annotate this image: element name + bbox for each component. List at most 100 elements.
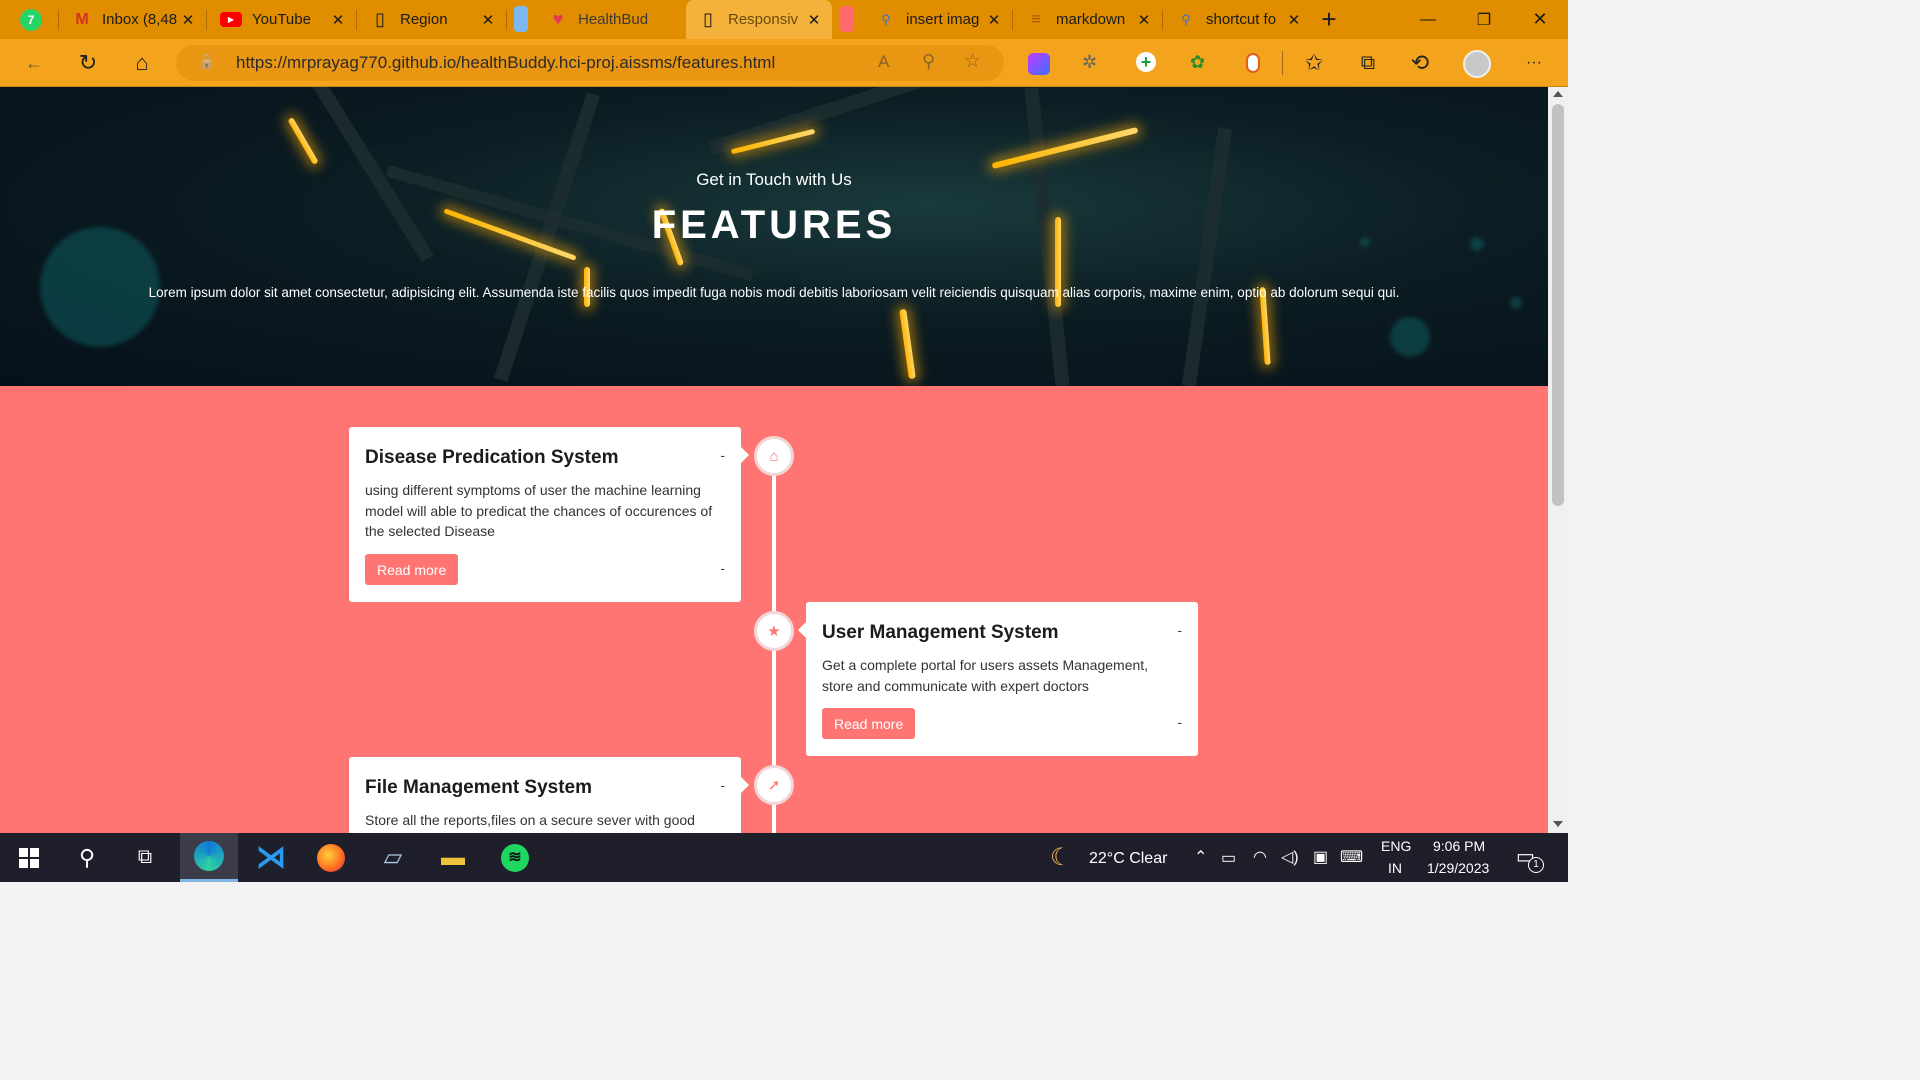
vscode-icon[interactable]: ⋊ — [242, 833, 300, 882]
wifi-icon[interactable]: ◠ — [1253, 847, 1267, 867]
tray-overflow-icon[interactable]: ⌃ — [1194, 847, 1207, 867]
zoom-icon[interactable]: ⚲ — [922, 51, 935, 72]
hero-banner: Get in Touch with Us FEATURES Lorem ipsu… — [0, 87, 1548, 386]
feature-card-disease-prediction: Disease Predication System - using diffe… — [349, 427, 749, 602]
scroll-up-arrow-icon[interactable] — [1553, 91, 1563, 97]
clock-date[interactable]: 1/29/2023 — [1427, 860, 1489, 876]
tab-label: shortcut fo — [1206, 11, 1277, 28]
feature-title: Disease Predication System — [365, 447, 619, 468]
read-more-button[interactable]: Read more — [822, 708, 916, 739]
home-icon: ⌂ — [754, 436, 794, 476]
more-menu-icon[interactable]: ··· — [1518, 47, 1550, 79]
add-favorite-icon[interactable]: ☆ — [964, 50, 981, 73]
feature-description: Get a complete portal for users assets M… — [822, 657, 1149, 694]
tab-label: Region — [400, 11, 448, 28]
feature-description: using different symptoms of user the mac… — [365, 482, 713, 539]
health-heart-icon: ♥ — [552, 9, 564, 29]
extension-add-icon[interactable]: + — [1136, 52, 1156, 72]
new-tab-button[interactable]: + — [1306, 0, 1352, 39]
tab-youtube[interactable]: ▶ YouTube ✕ — [208, 0, 356, 39]
page-viewport: Get in Touch with Us FEATURES Lorem ipsu… — [0, 87, 1548, 833]
read-aloud-icon[interactable]: A — [878, 52, 889, 72]
lock-icon[interactable]: 🔒 — [198, 53, 215, 70]
collapse-toggle[interactable]: - — [720, 447, 725, 463]
close-tab-icon[interactable]: ✕ — [1136, 12, 1152, 29]
browser-toolbar: ← ↻ ⌂ 🔒 https://mrprayag770.github.io/he… — [0, 39, 1568, 87]
tab-region[interactable]: ▯ Region ✕ — [358, 0, 506, 39]
weather-text[interactable]: 22°C Clear — [1089, 850, 1167, 868]
tab-insert-image[interactable]: ⚲ insert imag ✕ — [864, 0, 1012, 39]
spotify-icon[interactable]: ≋ — [486, 833, 544, 882]
input-language[interactable]: ENG — [1381, 838, 1411, 854]
edge-browser-icon[interactable] — [180, 833, 238, 882]
input-region[interactable]: IN — [1388, 860, 1402, 876]
notes-app-icon[interactable]: ▱ — [364, 833, 422, 882]
restore-button[interactable]: ❐ — [1456, 0, 1512, 39]
feature-title: File Management System — [365, 777, 593, 798]
close-tab-icon[interactable]: ✕ — [180, 12, 196, 29]
keyboard-icon[interactable]: ⌨ — [1340, 847, 1363, 867]
tab-shortcut[interactable]: ⚲ shortcut fo ✕ — [1164, 0, 1312, 39]
tab-label: markdown — [1056, 11, 1126, 28]
back-button[interactable]: ← — [18, 47, 50, 79]
scrollbar-thumb[interactable] — [1552, 104, 1564, 506]
tab-markdown[interactable]: ≡ markdown ✕ — [1014, 0, 1162, 39]
read-more-button[interactable]: Read more — [365, 554, 459, 585]
favorites-icon[interactable]: ✩ — [1298, 47, 1330, 79]
battery-icon[interactable]: ▭ — [1221, 848, 1236, 868]
extension-icon[interactable] — [1028, 53, 1050, 75]
close-tab-icon[interactable]: ✕ — [986, 12, 1002, 29]
page-icon: ▯ — [375, 9, 385, 29]
feature-description: Store all the reports,files on a secure … — [365, 812, 695, 828]
close-tab-icon[interactable]: ✕ — [806, 12, 822, 29]
close-tab-icon[interactable]: ✕ — [330, 12, 346, 29]
gmail-icon: M — [75, 10, 89, 28]
task-view-icon[interactable]: ⧉ — [116, 833, 174, 882]
volume-icon[interactable]: ◁) — [1281, 847, 1299, 867]
scroll-down-arrow-icon[interactable] — [1553, 821, 1563, 827]
feature-title: User Management System — [822, 622, 1059, 643]
tab-healthbuddy[interactable]: ♥ HealthBud — [536, 0, 684, 39]
collapse-toggle[interactable]: - — [1177, 622, 1182, 638]
clock-time[interactable]: 9:06 PM — [1433, 838, 1485, 854]
history-icon[interactable]: ⟲ — [1404, 47, 1436, 79]
tab-group-indicator[interactable] — [840, 6, 854, 32]
search-icon[interactable]: ⚲ — [58, 833, 116, 882]
tab-label: Inbox (8,48 — [102, 11, 178, 28]
tab-group-indicator[interactable] — [514, 6, 528, 32]
extension-puzzle-icon[interactable]: ✲ — [1082, 52, 1097, 73]
youtube-icon: ▶ — [220, 12, 242, 27]
tab-responsive-active[interactable]: ▯ Responsiv ✕ — [686, 0, 832, 39]
meet-now-icon[interactable]: ▣ — [1313, 847, 1328, 867]
collections-icon[interactable]: ⧉ — [1352, 47, 1384, 79]
hero-subtitle: Get in Touch with Us — [696, 170, 852, 189]
extension-capsule-icon[interactable] — [1246, 53, 1260, 73]
close-tab-icon[interactable]: ✕ — [480, 12, 496, 29]
firefox-icon[interactable] — [302, 833, 360, 882]
page-title: FEATURES — [651, 203, 897, 247]
close-window-button[interactable]: ✕ — [1512, 0, 1568, 39]
weather-moon-icon[interactable]: ☾ — [1050, 843, 1072, 872]
extension-lizard-icon[interactable]: ✿ — [1190, 52, 1205, 73]
tab-label: HealthBud — [578, 11, 649, 28]
url-text[interactable]: https://mrprayag770.github.io/healthBudd… — [236, 53, 775, 73]
rocket-icon: ➚ — [754, 765, 794, 805]
stackoverflow-icon: ≡ — [1031, 10, 1041, 28]
close-tab-icon[interactable]: ✕ — [1286, 12, 1302, 29]
tab-whatsapp[interactable]: 7 — [8, 0, 56, 39]
home-button[interactable]: ⌂ — [126, 47, 158, 79]
reload-button[interactable]: ↻ — [72, 47, 104, 79]
card-footer-dash: - — [720, 560, 725, 576]
collapse-toggle[interactable]: - — [720, 777, 725, 793]
minimize-button[interactable]: — — [1400, 0, 1456, 39]
file-explorer-icon[interactable]: ▬ — [424, 833, 482, 882]
tab-label: insert imag — [906, 11, 980, 28]
address-bar[interactable]: 🔒 https://mrprayag770.github.io/healthBu… — [176, 45, 1004, 81]
windows-start-icon[interactable] — [0, 833, 58, 882]
hero-description: Lorem ipsum dolor sit amet consectetur, … — [148, 285, 1400, 300]
profile-avatar[interactable] — [1463, 50, 1491, 78]
tab-label: Responsiv — [728, 11, 799, 28]
search-icon: ⚲ — [881, 11, 891, 27]
whatsapp-icon: 7 — [20, 8, 42, 31]
tab-gmail[interactable]: M Inbox (8,48 ✕ — [60, 0, 206, 39]
